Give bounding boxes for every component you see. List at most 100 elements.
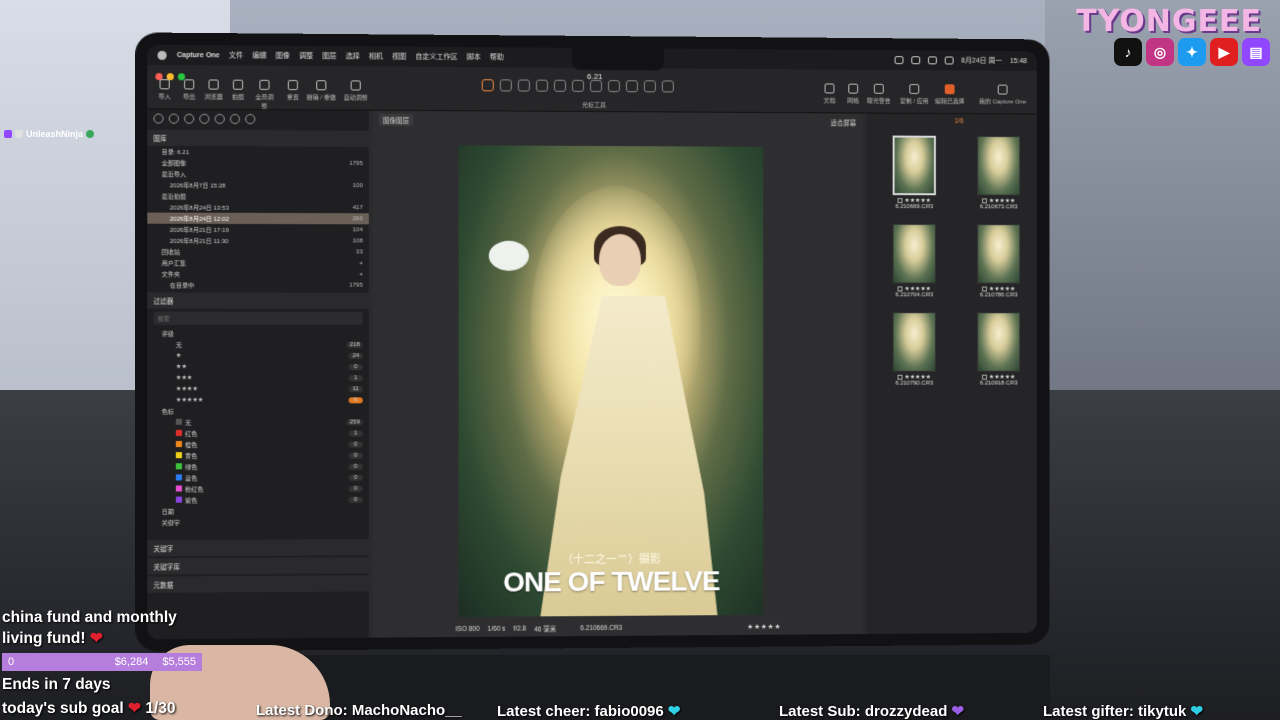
select-checkbox[interactable] (897, 374, 903, 380)
collection-item[interactable]: 回收站 33 (147, 246, 369, 258)
status-icon[interactable] (894, 56, 904, 65)
copy-apply-button[interactable]: 复制 / 应用 (900, 84, 930, 105)
collection-item[interactable]: 2026年8月21日 11:30 108 (147, 235, 369, 247)
grid-button[interactable]: 网格 (842, 83, 864, 105)
menu-item[interactable]: 相机 (369, 51, 383, 61)
pointer-tool-icon[interactable] (481, 79, 494, 92)
folders-section[interactable]: 文件夹 + (147, 268, 369, 279)
date-filter[interactable]: 日期 (147, 505, 369, 517)
reset-button[interactable]: 重置 (282, 79, 304, 101)
menu-item[interactable]: 视图 (392, 52, 406, 62)
keystone-tool-icon[interactable] (553, 79, 566, 92)
capture-tab-icon[interactable] (168, 113, 179, 124)
undo-redo-button[interactable]: 撤销 / 重做 (306, 80, 336, 101)
select-checkbox[interactable] (897, 286, 903, 292)
pan-tool-icon[interactable] (499, 79, 512, 92)
thumbnail-stars[interactable]: ★★★★★ (989, 374, 1015, 381)
rating-filter[interactable]: ★★★★ 11 (147, 383, 369, 394)
auto-adjust-button[interactable]: 自动调整 (341, 80, 371, 102)
zoom-fit-selector[interactable]: 适合屏幕 (830, 117, 856, 127)
layer-selector[interactable]: 图像图层 (378, 113, 414, 127)
color-filter[interactable]: 粉红色 0 (147, 483, 369, 495)
user-collections[interactable]: 用户汇集 + (147, 257, 369, 269)
keyword-library-section[interactable]: 关键字库 (147, 557, 369, 575)
keyword-filter[interactable]: 关键字 (147, 516, 369, 528)
annotate-tool-icon[interactable] (661, 80, 674, 93)
thumbnail-selected[interactable]: ★★★★★ 6.210669.CR3 (876, 135, 953, 210)
select-checkbox[interactable] (982, 198, 987, 204)
library-header[interactable]: 图库 (147, 129, 369, 147)
search-icon[interactable] (944, 56, 954, 65)
collection-item[interactable]: 最近拍摄 (147, 190, 369, 202)
main-photo[interactable]: （十二之一™）摄影 ONE OF TWELVE (458, 145, 764, 617)
document-button[interactable]: 文档 (819, 83, 841, 104)
menu-item[interactable]: 脚本 (467, 52, 481, 62)
collection-item[interactable]: 全部图像 1795 (147, 157, 369, 169)
rating-filter[interactable]: ★★ 0 (147, 361, 369, 372)
color-filter[interactable]: 蓝色 0 (147, 472, 369, 484)
color-filter[interactable]: 绿色 0 (147, 461, 369, 473)
global-adjust-button[interactable]: 全局调整 (253, 79, 275, 110)
menu-item[interactable]: 图像 (276, 51, 290, 61)
color-filter[interactable]: 紫色 0 (147, 494, 369, 506)
rating-stars[interactable]: ★★★★★ (747, 623, 781, 631)
rotate-tool-icon[interactable] (535, 79, 548, 92)
import-button[interactable]: 导入 (153, 79, 175, 100)
thumbnail[interactable]: ★★★★★ 6.210673.CR3 (960, 135, 1036, 211)
exposure-tab-icon[interactable] (214, 113, 225, 124)
eraser-tool-icon[interactable] (590, 79, 602, 93)
crop-tool-icon[interactable] (517, 79, 530, 92)
picker-tool-icon[interactable] (643, 80, 656, 93)
color-tab-icon[interactable] (199, 113, 210, 124)
rating-filter[interactable]: ★★★★★ 6 (147, 394, 369, 405)
select-checkbox[interactable] (982, 286, 987, 292)
browser-button[interactable]: 浏览器 (202, 79, 224, 101)
my-capture-one-button[interactable]: 我的 Capture One (978, 84, 1027, 106)
thumbnail[interactable]: ★★★★★ 6.210704.CR3 (876, 223, 953, 299)
color-tag-header[interactable]: 色标 (147, 405, 369, 416)
menu-item[interactable]: 选择 (346, 51, 360, 61)
collection-item[interactable]: 2026年8月7日 15:28 100 (147, 179, 369, 191)
collection-item[interactable]: 最近导入 (147, 168, 369, 180)
wifi-icon[interactable] (911, 56, 921, 65)
metadata-tab-icon[interactable] (245, 114, 256, 125)
apple-icon[interactable] (157, 50, 167, 60)
menu-item[interactable]: 文件 (229, 50, 243, 60)
exposure-warning-button[interactable]: 曝光警告 (866, 83, 892, 105)
lens-tab-icon[interactable] (184, 113, 195, 124)
rating-filter[interactable]: ★★★ 1 (147, 372, 369, 383)
filter-search-input[interactable]: 搜索 (153, 311, 363, 325)
thumbnail-stars[interactable]: ★★★★★ (904, 285, 930, 292)
image-viewer[interactable]: 图像图层 适合屏幕 （十二之一™）摄影 ONE OF TWELVE ISO 80… (372, 110, 863, 638)
heal-tool-icon[interactable] (625, 80, 638, 93)
color-filter[interactable]: 橙色 0 (147, 439, 369, 451)
menu-item[interactable]: 帮助 (490, 52, 504, 62)
battery-icon[interactable] (927, 56, 937, 65)
thumbnail[interactable]: ★★★★★ 6.210790.CR3 (876, 312, 953, 387)
thumbnail-stars[interactable]: ★★★★★ (904, 374, 930, 381)
color-filter[interactable]: 无 259 (147, 416, 369, 428)
menu-item[interactable]: 编辑 (252, 51, 266, 61)
menu-app[interactable]: Capture One (177, 51, 220, 58)
thumbnail-stars[interactable]: ★★★★★ (989, 286, 1015, 293)
collection-item[interactable]: 2026年8月21日 17:19 104 (147, 224, 369, 236)
rating-header[interactable]: 评级 (147, 328, 369, 339)
export-button[interactable]: 导出 (178, 79, 200, 101)
menubar-date[interactable]: 8月24日 周一 (961, 56, 1002, 66)
details-tab-icon[interactable] (229, 113, 241, 125)
folder-item[interactable]: 在目录中 1795 (147, 279, 369, 290)
rating-filter[interactable]: 无 218 (147, 339, 369, 350)
gradient-tool-icon[interactable] (607, 80, 620, 93)
color-filter[interactable]: 红色 1 (147, 427, 369, 439)
metadata-section[interactable]: 元数据 (147, 575, 369, 593)
color-filter[interactable]: 黄色 0 (147, 450, 369, 462)
menubar-time[interactable]: 15:48 (1010, 57, 1027, 64)
library-tab-icon[interactable] (153, 113, 164, 124)
keywords-section[interactable]: 关键字 (147, 539, 369, 557)
capture-button[interactable]: 拍摄 (227, 79, 249, 101)
menu-item[interactable]: 调整 (299, 51, 313, 61)
brush-tool-icon[interactable] (571, 79, 585, 92)
collection-item-selected[interactable]: 2026年8月24日 12:02 260 (147, 212, 369, 225)
menu-item[interactable]: 自定义工作区 (415, 52, 457, 62)
rating-filter[interactable]: ★ 24 (147, 350, 369, 361)
